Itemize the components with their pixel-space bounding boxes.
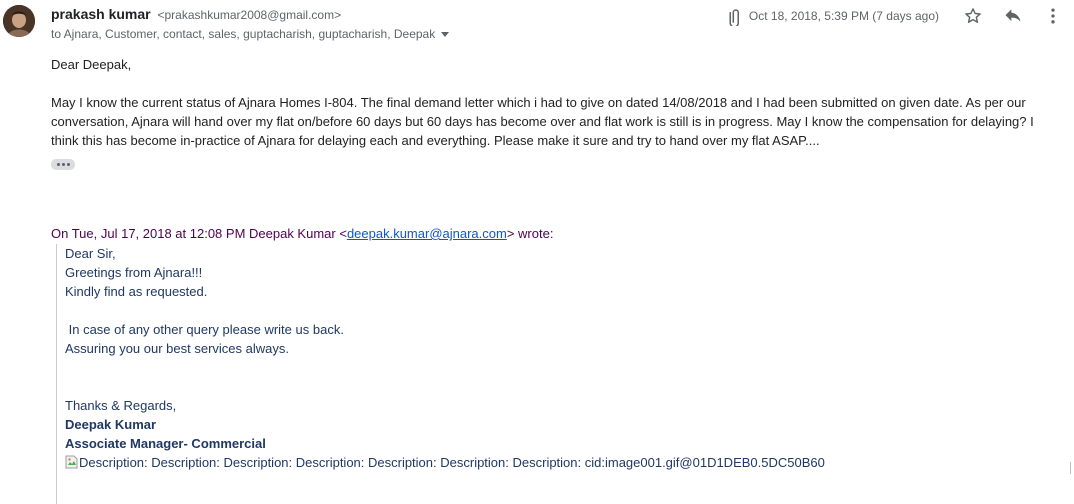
ellipsis-dot-icon	[61, 163, 65, 166]
broken-image-row: Description: Description: Description: D…	[65, 453, 965, 472]
message-paragraph-line: think this has become in-practice of Ajn…	[51, 133, 820, 148]
star-icon[interactable]	[961, 4, 985, 28]
sender-line: prakash kumar <prakashkumar2008@gmail.co…	[51, 6, 341, 22]
quote-line: Greetings from Ajnara!!!	[65, 265, 203, 280]
quote-attribution-prefix: On Tue, Jul 17, 2018 at 12:08 PM Deepak …	[51, 226, 347, 241]
recipients-line: to Ajnara, Customer, contact, sales, gup…	[51, 27, 450, 41]
broken-image-alt-text: Description: Description: Description: D…	[79, 455, 825, 470]
message-date: Oct 18, 2018, 5:39 PM (7 days ago)	[748, 9, 939, 23]
quote-line: Thanks & Regards,	[65, 398, 177, 413]
quoted-message: Dear Sir, Greetings from Ajnara!!! Kindl…	[56, 244, 965, 504]
sender-name[interactable]: prakash kumar	[51, 6, 151, 22]
quote-line: Kindly find as requested.	[65, 284, 208, 299]
message-paragraph-line: conversation, Ajnara will hand over my f…	[51, 114, 1034, 129]
broken-image-icon	[65, 455, 78, 469]
sender-avatar[interactable]	[3, 5, 35, 37]
quote-blank-line	[65, 358, 965, 377]
message-greeting: Dear Deepak,	[51, 57, 132, 72]
quote-blank-line	[65, 301, 965, 320]
quote-sender-email-link[interactable]: deepak.kumar@ajnara.com	[347, 226, 507, 241]
quote-line: In case of any other query please write …	[65, 322, 344, 337]
signature-name: Deepak Kumar	[65, 417, 157, 432]
quote-attribution: On Tue, Jul 17, 2018 at 12:08 PM Deepak …	[51, 226, 553, 241]
message-actions: Oct 18, 2018, 5:39 PM (7 days ago)	[723, 4, 1074, 28]
signature-title: Associate Manager- Commercial	[65, 436, 266, 451]
ellipsis-dot-icon	[56, 163, 60, 166]
message-body: Dear Deepak, May I know the current stat…	[51, 55, 1041, 150]
show-details-caret-icon[interactable]	[441, 31, 450, 37]
reply-icon[interactable]	[1001, 4, 1025, 28]
scroll-indicator	[1070, 462, 1071, 474]
message-paragraph-line: May I know the current status of Ajnara …	[51, 95, 1026, 110]
ellipsis-dot-icon	[66, 163, 70, 166]
quote-attribution-suffix: > wrote:	[506, 226, 554, 241]
attachment-icon	[729, 9, 739, 26]
more-vert-icon[interactable]	[1041, 4, 1065, 28]
quote-line: Dear Sir,	[65, 246, 116, 261]
quote-line: Assuring you our best services always.	[65, 341, 289, 356]
sender-email: <prakashkumar2008@gmail.com>	[157, 8, 342, 22]
show-trimmed-content-button[interactable]	[51, 159, 75, 170]
quote-blank-line	[65, 377, 965, 396]
recipients-text: to Ajnara, Customer, contact, sales, gup…	[51, 27, 436, 41]
